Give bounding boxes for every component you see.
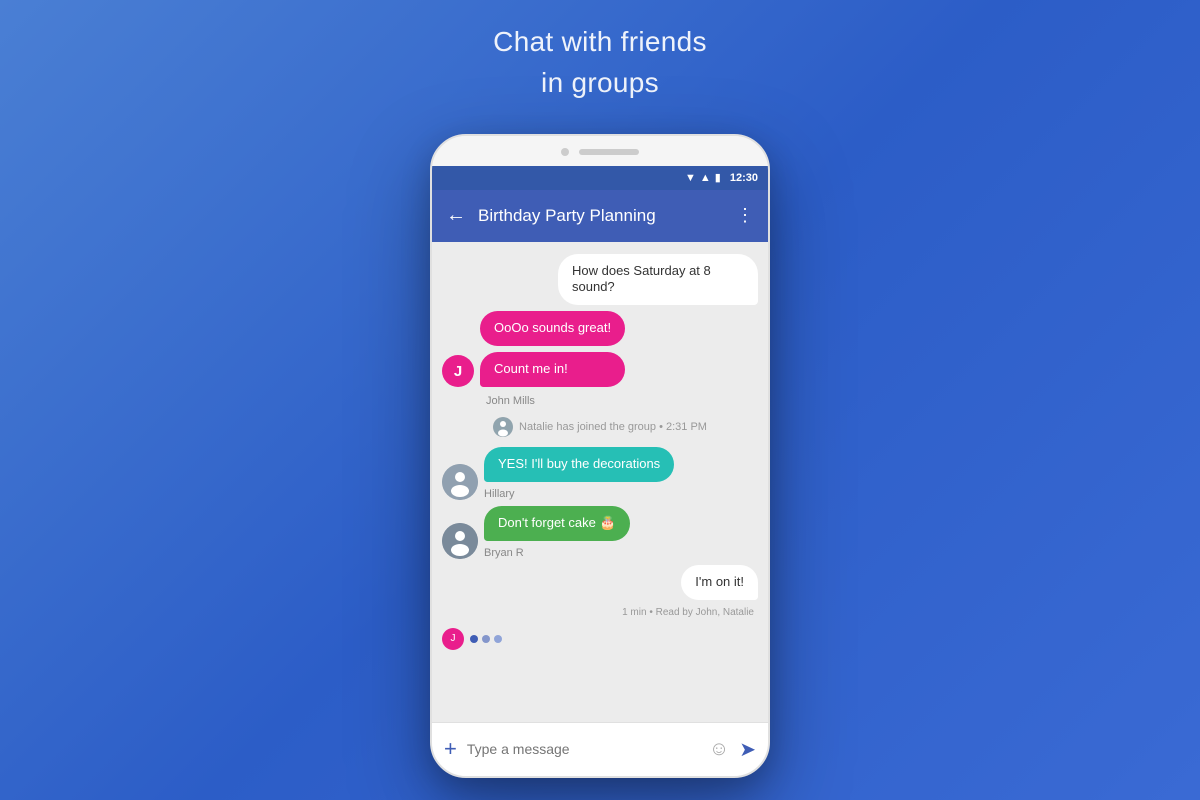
status-icons: ▼ ▲ ▮ [685, 171, 721, 184]
message-row-5: Don't forget cake 🎂 Bryan R [442, 506, 758, 559]
system-text: Natalie has joined the group • 2:31 PM [519, 421, 707, 433]
emoji-button[interactable]: ☺ [709, 738, 729, 761]
bubble-text-6: I'm on it! [695, 574, 744, 589]
dot-3 [494, 635, 502, 643]
natalie-system-avatar [493, 417, 513, 437]
bubble-text-5: Don't forget cake 🎂 [498, 515, 616, 530]
bubble-1: How does Saturday at 8 sound? [558, 254, 758, 306]
bubble-3: Count me in! [480, 352, 625, 387]
status-time: 12:30 [730, 172, 758, 184]
battery-icon: ▮ [715, 171, 721, 184]
system-message: Natalie has joined the group • 2:31 PM [442, 417, 758, 437]
bubble-4: YES! I'll buy the decorations [484, 447, 674, 482]
john-avatar: J [442, 355, 474, 387]
chat-title: Birthday Party Planning [478, 206, 724, 226]
john-messages: OoOo sounds great! Count me in! [480, 311, 625, 387]
typing-avatar: J [442, 628, 464, 650]
headline-text: Chat with friends in groups [493, 22, 707, 103]
phone-speaker [579, 149, 639, 155]
send-button[interactable]: ➤ [739, 737, 756, 762]
more-menu-button[interactable]: ⋮ [736, 205, 754, 226]
msg-stacked-4: YES! I'll buy the decorations Hillary [484, 447, 674, 500]
dot-1 [470, 635, 478, 643]
bryan-name: Bryan R [484, 547, 630, 559]
wifi-icon: ▼ [685, 172, 696, 184]
dot-2 [482, 635, 490, 643]
message-group-john: J OoOo sounds great! Count me in! [442, 311, 758, 387]
bubble-6: I'm on it! [681, 565, 758, 600]
bubble-2: OoOo sounds great! [480, 311, 625, 346]
signal-icon: ▲ [700, 172, 711, 184]
hillary-avatar [442, 464, 478, 500]
add-attachment-button[interactable]: + [444, 736, 457, 762]
status-bar: ▼ ▲ ▮ 12:30 [432, 166, 768, 190]
read-receipt: 1 min • Read by John, Natalie [442, 607, 754, 618]
bubble-5: Don't forget cake 🎂 [484, 506, 630, 541]
input-area: + ☺ ➤ [432, 722, 768, 776]
msg-stacked-5: Don't forget cake 🎂 Bryan R [484, 506, 630, 559]
bubble-text-4: YES! I'll buy the decorations [498, 456, 660, 471]
headline-line2: in groups [541, 67, 659, 98]
bubble-text-2: OoOo sounds great! [494, 320, 611, 335]
app-bar: ← Birthday Party Planning ⋮ [432, 190, 768, 242]
headline-line1: Chat with friends [493, 26, 707, 57]
bubble-text-1: How does Saturday at 8 sound? [572, 263, 711, 295]
phone-top-bar [432, 136, 768, 166]
typing-dots [470, 635, 502, 643]
typing-row: J [442, 624, 758, 654]
message-row-1: How does Saturday at 8 sound? [442, 254, 758, 306]
bryan-avatar [442, 523, 478, 559]
phone-camera [561, 148, 569, 156]
phone-shell: ▼ ▲ ▮ 12:30 ← Birthday Party Planning ⋮ … [430, 134, 770, 778]
message-input[interactable] [467, 741, 699, 757]
message-row-4: YES! I'll buy the decorations Hillary [442, 447, 758, 500]
chat-area: How does Saturday at 8 sound? J OoOo sou… [432, 242, 768, 722]
hillary-name: Hillary [484, 488, 674, 500]
back-button[interactable]: ← [446, 204, 466, 227]
bubble-text-3: Count me in! [494, 361, 568, 376]
john-name: John Mills [486, 395, 758, 407]
message-row-6: I'm on it! [442, 565, 758, 600]
